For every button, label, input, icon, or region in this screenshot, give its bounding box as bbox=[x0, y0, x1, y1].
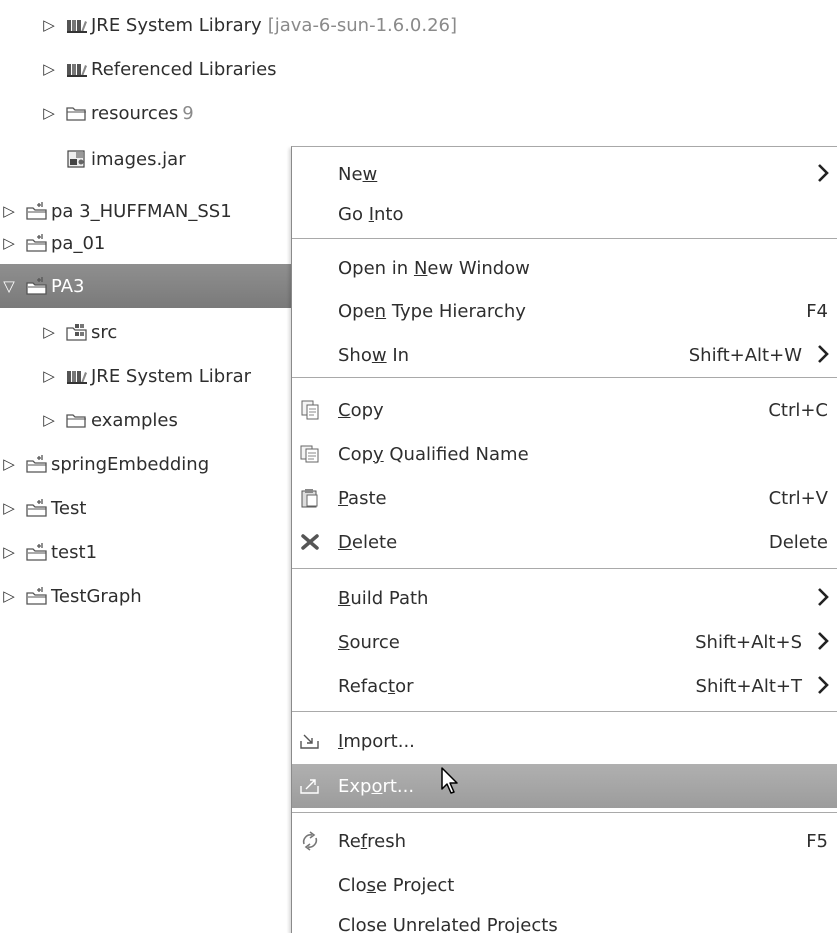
menu-item-open-type-hierarchy[interactable]: Open Type Hierarchy F4 bbox=[292, 289, 837, 333]
expand-arrow-icon[interactable]: ▷ bbox=[40, 104, 58, 122]
project-icon bbox=[26, 233, 48, 253]
expand-arrow-icon[interactable]: ▷ bbox=[0, 587, 18, 605]
menu-item-refactor[interactable]: Refactor Shift+Alt+T bbox=[292, 664, 837, 708]
project-icon bbox=[26, 586, 48, 606]
project-icon bbox=[26, 542, 48, 562]
menu-item-close-project[interactable]: Close Project bbox=[292, 863, 837, 907]
refresh-icon bbox=[299, 831, 321, 851]
submenu-arrow-icon bbox=[816, 342, 830, 366]
project-icon bbox=[26, 498, 48, 518]
submenu-arrow-icon bbox=[816, 585, 830, 609]
expand-arrow-icon[interactable]: ▷ bbox=[0, 499, 18, 517]
tree-item-label: examples bbox=[91, 409, 178, 431]
jar-icon bbox=[66, 149, 88, 169]
project-icon bbox=[26, 454, 48, 474]
paste-icon bbox=[299, 488, 321, 508]
shortcut-label: F4 bbox=[806, 300, 828, 322]
menu-item-new[interactable]: New bbox=[292, 152, 837, 196]
shortcut-label: Ctrl+V bbox=[768, 487, 828, 509]
collapse-arrow-icon[interactable]: ▽ bbox=[0, 277, 18, 295]
mouse-pointer-icon bbox=[441, 767, 458, 794]
delete-icon bbox=[299, 532, 321, 552]
project-icon bbox=[26, 201, 48, 221]
copy-qualified-name-icon bbox=[299, 444, 321, 464]
library-icon bbox=[66, 366, 88, 386]
menu-item-go-into[interactable]: Go Into bbox=[292, 192, 837, 236]
menu-item-refresh[interactable]: Refresh F5 bbox=[292, 819, 837, 863]
jre-version-decoration: [java-6-sun-1.6.0.26] bbox=[267, 14, 458, 36]
expand-arrow-icon[interactable]: ▷ bbox=[0, 202, 18, 220]
expand-arrow-icon[interactable]: ▷ bbox=[0, 234, 18, 252]
menu-separator bbox=[292, 377, 837, 378]
expand-arrow-icon[interactable]: ▷ bbox=[0, 543, 18, 561]
tree-item-referenced-libraries[interactable]: ▷ Referenced Libraries bbox=[0, 47, 837, 91]
menu-item-delete[interactable]: Delete Delete bbox=[292, 520, 837, 564]
tree-item-jre-system-library[interactable]: ▷ JRE System Library [java-6-sun-1.6.0.2… bbox=[0, 3, 837, 47]
menu-item-open-in-new-window[interactable]: Open in New Window bbox=[292, 246, 837, 290]
tree-item-label: images.jar bbox=[91, 148, 186, 170]
tree-item-label: PA3 bbox=[51, 275, 85, 297]
menu-item-copy[interactable]: Copy Ctrl+C bbox=[292, 388, 837, 432]
menu-separator bbox=[292, 238, 837, 239]
shortcut-label: Delete bbox=[768, 531, 828, 553]
menu-item-close-unrelated-projects[interactable]: Close Unrelated Projects bbox=[292, 907, 837, 933]
submenu-arrow-icon bbox=[816, 161, 830, 185]
expand-arrow-icon[interactable]: ▷ bbox=[40, 411, 58, 429]
shortcut-label: Ctrl+C bbox=[768, 399, 828, 421]
tree-item-label: pa 3_HUFFMAN_SS1 bbox=[51, 200, 232, 222]
expand-arrow-icon[interactable]: ▷ bbox=[40, 323, 58, 341]
menu-item-export[interactable]: Export... bbox=[292, 764, 837, 808]
expand-arrow-icon[interactable]: ▷ bbox=[0, 455, 18, 473]
tree-item-label: JRE System Librar bbox=[91, 365, 252, 387]
tree-item-label: JRE System Library bbox=[91, 14, 262, 36]
menu-item-copy-qualified-name[interactable]: Copy Qualified Name bbox=[292, 432, 837, 476]
tree-item-label: Referenced Libraries bbox=[91, 58, 277, 80]
library-icon bbox=[66, 15, 88, 35]
menu-item-source[interactable]: Source Shift+Alt+S bbox=[292, 620, 837, 664]
project-icon bbox=[26, 276, 48, 296]
menu-item-build-path[interactable]: Build Path bbox=[292, 576, 837, 620]
tree-item-label: TestGraph bbox=[51, 585, 142, 607]
menu-item-import[interactable]: Import... bbox=[292, 719, 837, 763]
import-icon bbox=[299, 731, 321, 751]
shortcut-label: Shift+Alt+S bbox=[695, 631, 802, 653]
shortcut-label: Shift+Alt+W bbox=[688, 344, 802, 366]
expand-arrow-icon[interactable]: ▷ bbox=[40, 60, 58, 78]
tree-item-label: test1 bbox=[51, 541, 98, 563]
shortcut-label: Shift+Alt+T bbox=[695, 675, 802, 697]
shortcut-label: F5 bbox=[806, 830, 828, 852]
folder-icon bbox=[66, 103, 88, 123]
expand-arrow-icon[interactable]: ▷ bbox=[40, 367, 58, 385]
menu-item-show-in[interactable]: Show In Shift+Alt+W bbox=[292, 333, 837, 377]
menu-separator bbox=[292, 812, 837, 813]
context-menu: New Go Into Open in New Window Open Type… bbox=[291, 146, 837, 933]
resource-count: 9 bbox=[182, 102, 194, 124]
library-icon bbox=[66, 59, 88, 79]
tree-item-label: src bbox=[91, 321, 118, 343]
folder-icon bbox=[66, 410, 88, 430]
tree-item-label: springEmbedding bbox=[51, 453, 210, 475]
copy-icon bbox=[299, 400, 321, 420]
menu-item-paste[interactable]: Paste Ctrl+V bbox=[292, 476, 837, 520]
expand-arrow-icon[interactable]: ▷ bbox=[40, 16, 58, 34]
menu-separator bbox=[292, 711, 837, 712]
export-icon bbox=[299, 776, 321, 796]
package-folder-icon bbox=[66, 322, 88, 342]
tree-item-label: pa_01 bbox=[51, 232, 106, 254]
tree-item-resources[interactable]: ▷ resources 9 bbox=[0, 91, 837, 135]
tree-item-label: Test bbox=[51, 497, 87, 519]
menu-separator bbox=[292, 568, 837, 569]
submenu-arrow-icon bbox=[816, 673, 830, 697]
submenu-arrow-icon bbox=[816, 629, 830, 653]
tree-item-label: resources bbox=[91, 102, 179, 124]
